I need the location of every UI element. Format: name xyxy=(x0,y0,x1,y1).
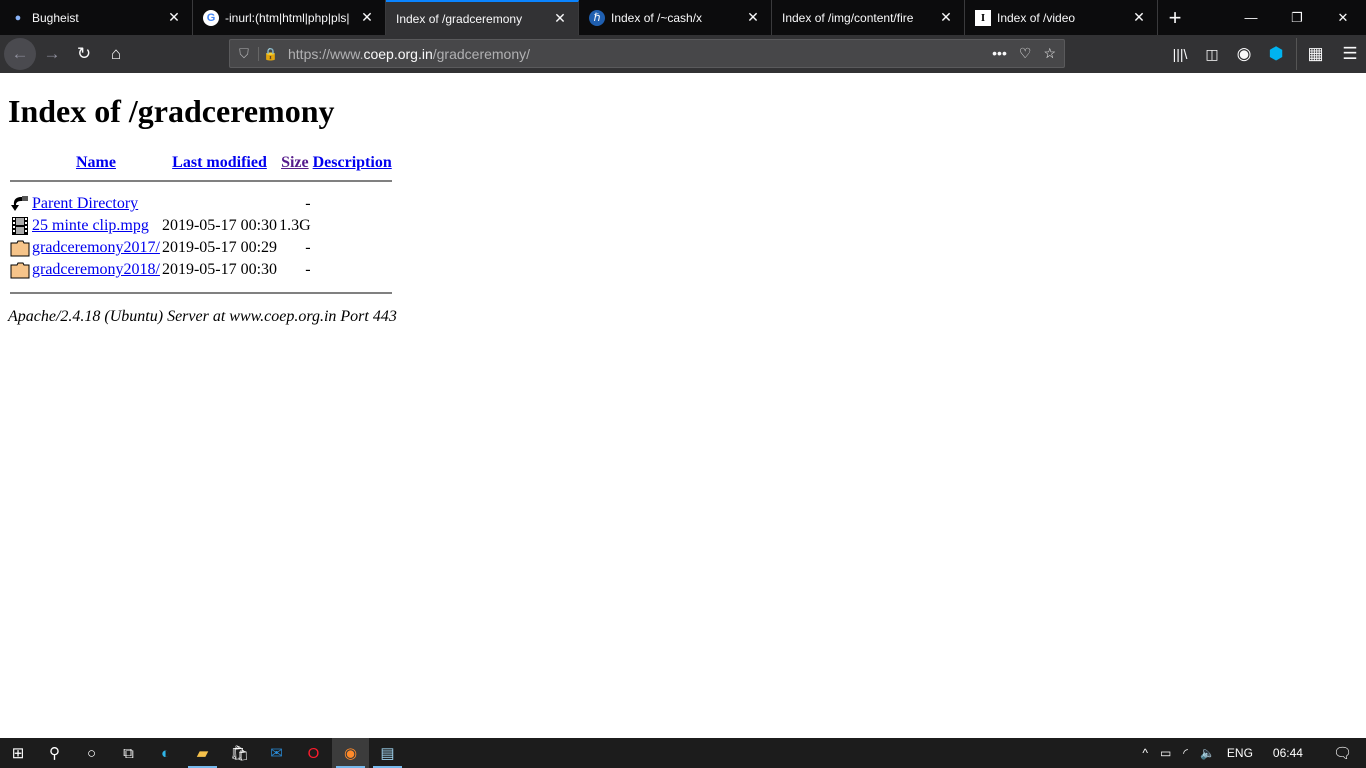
task-view-icon[interactable]: ⧉ xyxy=(110,738,147,768)
menu-icon[interactable]: ☰ xyxy=(1334,38,1366,70)
more-actions-icon[interactable]: ••• xyxy=(992,45,1007,62)
dot-icon: ● xyxy=(14,11,22,24)
url-text[interactable]: https://www.coep.org.in/gradceremony/ xyxy=(288,46,530,62)
page-content: Index of /gradceremony Name Last modifie… xyxy=(0,73,1366,738)
start-button[interactable]: ⊞ xyxy=(0,738,36,768)
table-row: 25 minte clip.mpg 2019-05-17 00:30 1.3G xyxy=(10,216,392,236)
close-tab-icon[interactable]: ✕ xyxy=(745,9,761,26)
sort-modified-link[interactable]: Last modified xyxy=(172,154,267,171)
notifications-icon[interactable]: 🗨 xyxy=(1333,744,1352,762)
notepad-icon[interactable]: ▤ xyxy=(369,738,406,768)
nav-toolbar: ← → ↻ ⌂ ⛉ 🔒 https://www.coep.org.in/grad… xyxy=(0,35,1366,73)
tab-google[interactable]: G -inurl:(htm|html|php|pls| ✕ xyxy=(193,0,386,35)
sort-description-link[interactable]: Description xyxy=(313,154,392,171)
mail-icon[interactable]: ✉ xyxy=(258,738,295,768)
battery-icon[interactable]: ▭ xyxy=(1160,746,1171,760)
tab-strip: ● Bugheist ✕ G -inurl:(htm|html|php|pls| ✕ I… xyxy=(0,0,1366,35)
account-icon[interactable]: ◉ xyxy=(1228,38,1260,70)
directory-listing: Name Last modified Size Description Pare… xyxy=(8,152,394,296)
firefox-icon[interactable]: ◉ xyxy=(332,738,369,768)
tab-cash[interactable]: ℏ Index of /~cash/x ✕ xyxy=(579,0,772,35)
whats-new-gift-icon[interactable]: ▦ xyxy=(1296,38,1334,70)
folder-icon xyxy=(10,240,30,257)
tab-gradceremony[interactable]: Index of /gradceremony ✕ xyxy=(386,0,579,35)
sidebar-icon[interactable]: ◫ xyxy=(1196,38,1228,70)
folder-link[interactable]: gradceremony2018/ xyxy=(32,261,160,278)
sort-name-link[interactable]: Name xyxy=(76,154,116,171)
close-tab-icon[interactable]: ✕ xyxy=(552,10,568,27)
i-icon: I xyxy=(975,9,991,26)
shield-icon[interactable]: ⛉ xyxy=(230,46,258,62)
file-link[interactable]: 25 minte clip.mpg xyxy=(32,217,149,234)
page-title: Index of /gradceremony xyxy=(8,93,335,129)
folder-link[interactable]: gradceremony2017/ xyxy=(32,239,160,256)
tab-img-content[interactable]: Index of /img/content/fire ✕ xyxy=(772,0,965,35)
tab-bugheist[interactable]: ● Bugheist ✕ xyxy=(0,0,193,35)
clock[interactable]: 06:44 xyxy=(1273,746,1303,760)
new-tab-button[interactable]: + xyxy=(1158,0,1192,35)
forward-button[interactable]: → xyxy=(36,38,68,70)
close-window-button[interactable]: ✕ xyxy=(1320,0,1366,35)
divider xyxy=(10,180,392,182)
search-icon[interactable]: ⚲ xyxy=(36,738,73,768)
taskbar: ⊞ ⚲ ○ ⧉ ◐ ▰ 🛍 ✉ O ◉ ▤ ^ ▭ ◜ 🔈 ENG 06:44 … xyxy=(0,738,1366,768)
tab-video[interactable]: I Index of /video ✕ xyxy=(965,0,1158,35)
back-icon xyxy=(11,196,28,211)
divider xyxy=(10,292,392,294)
close-tab-icon[interactable]: ✕ xyxy=(938,9,954,26)
back-button[interactable]: ← xyxy=(4,38,36,70)
google-icon: G xyxy=(203,9,219,26)
table-row: gradceremony2017/ 2019-05-17 00:29 - xyxy=(10,238,392,258)
volume-icon[interactable]: 🔈 xyxy=(1200,746,1215,760)
file-explorer-icon[interactable]: ▰ xyxy=(184,738,221,768)
close-tab-icon[interactable]: ✕ xyxy=(1131,9,1147,26)
library-icon[interactable]: |||\ xyxy=(1164,38,1196,70)
close-tab-icon[interactable]: ✕ xyxy=(359,9,375,26)
cortana-icon[interactable]: ○ xyxy=(73,738,110,768)
lock-icon[interactable]: 🔒 xyxy=(258,46,282,61)
table-row: Parent Directory - xyxy=(10,194,392,214)
pocket-icon[interactable]: ♡ xyxy=(1019,45,1032,62)
site-logo-icon: ℏ xyxy=(589,9,605,26)
show-hidden-icons[interactable]: ^ xyxy=(1142,746,1148,760)
folder-icon xyxy=(10,262,30,279)
table-row: gradceremony2018/ 2019-05-17 00:30 - xyxy=(10,260,392,280)
home-button[interactable]: ⌂ xyxy=(100,38,132,70)
close-tab-icon[interactable]: ✕ xyxy=(166,9,182,26)
store-icon[interactable]: 🛍 xyxy=(221,738,258,768)
parent-directory-link[interactable]: Parent Directory xyxy=(32,195,138,212)
sort-size-link[interactable]: Size xyxy=(281,154,309,171)
language-indicator[interactable]: ENG xyxy=(1227,746,1253,760)
bookmark-star-icon[interactable]: ☆ xyxy=(1043,45,1056,62)
reload-button[interactable]: ↻ xyxy=(68,38,100,70)
url-bar[interactable]: ⛉ 🔒 https://www.coep.org.in/gradceremony… xyxy=(229,39,1065,68)
extension-icon[interactable]: ⬢ xyxy=(1260,38,1292,70)
opera-icon[interactable]: O xyxy=(295,738,332,768)
restore-button[interactable]: ❐ xyxy=(1274,0,1320,35)
minimize-button[interactable]: — xyxy=(1228,0,1274,35)
wifi-icon[interactable]: ◜ xyxy=(1183,746,1188,760)
server-signature: Apache/2.4.18 (Ubuntu) Server at www.coe… xyxy=(8,308,397,325)
movie-icon xyxy=(12,217,28,235)
edge-icon[interactable]: ◐ xyxy=(147,738,184,768)
